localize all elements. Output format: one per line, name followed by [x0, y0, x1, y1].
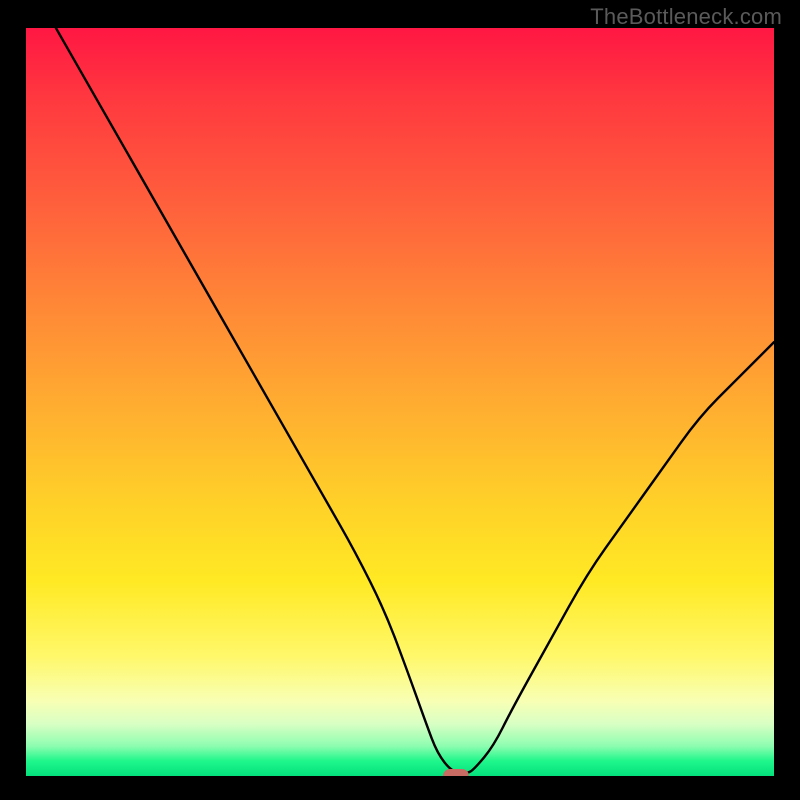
plot-area [26, 28, 774, 776]
watermark-text: TheBottleneck.com [590, 4, 782, 30]
chart-frame: TheBottleneck.com [0, 0, 800, 800]
optimal-marker [443, 769, 468, 776]
bottleneck-curve [26, 28, 774, 776]
